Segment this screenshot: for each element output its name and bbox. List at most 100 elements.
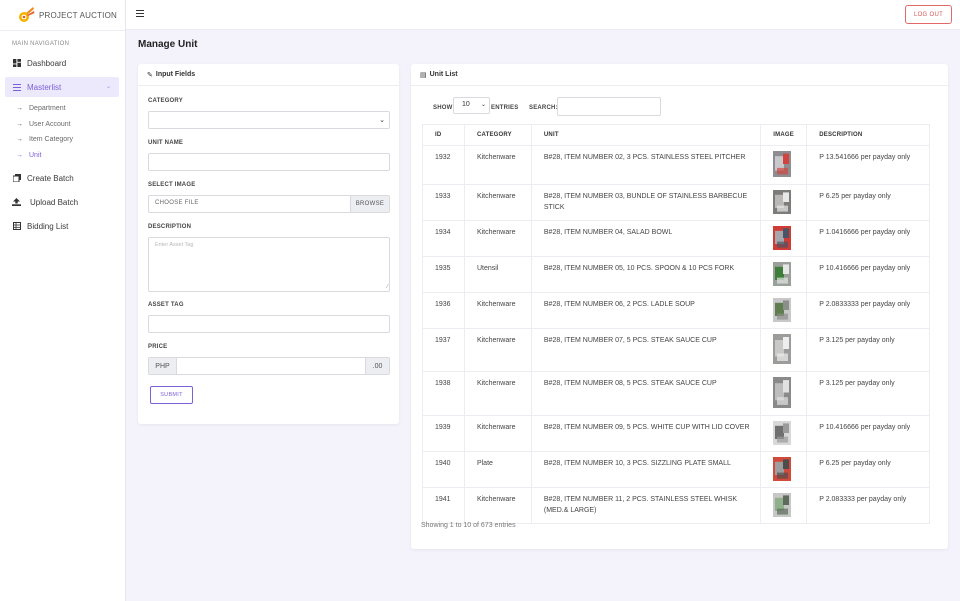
sidebar-item-label: Masterlist	[27, 82, 62, 92]
cell-image	[760, 328, 808, 372]
item-thumbnail[interactable]	[773, 298, 792, 322]
col-header-image[interactable]: IMAGE	[760, 124, 808, 146]
card-title: Input Fields	[155, 71, 196, 78]
item-thumbnail[interactable]	[773, 377, 792, 408]
table-row[interactable]: 1937 Kitchenware B#28, ITEM NUMBER 07, 5 P…	[422, 328, 930, 372]
sidebar-item-dashboard[interactable]: Dashboard	[0, 53, 125, 73]
cell-image	[760, 415, 808, 452]
chevron-down-icon: ⌄	[480, 102, 486, 108]
cell-unit: B#28, ITEM NUMBER 07, 5 PCS. STEAK SAUCE…	[530, 328, 762, 372]
item-thumbnail[interactable]	[773, 421, 792, 445]
sidebar-item-label: Upload Batch	[30, 197, 79, 207]
sidebar-item-label: Bidding List	[27, 221, 69, 231]
unit-name-input[interactable]	[148, 153, 390, 171]
price-input[interactable]: PHP .00	[148, 357, 390, 375]
cell-unit: B#28, ITEM NUMBER 10, 3 PCS. SIZZLING PL…	[530, 451, 762, 488]
pencil-icon: ✎	[147, 71, 153, 79]
category-select[interactable]: ⌄	[148, 111, 390, 129]
cell-category: Kitchenware	[463, 328, 532, 372]
sidebar-subitem-department[interactable]: → Department	[0, 101, 125, 117]
cell-description: P 2.083333 per payday only	[806, 487, 930, 524]
table-row[interactable]: 1935 Utensil B#28, ITEM NUMBER 05, 10 PCS.…	[422, 256, 930, 293]
submit-button[interactable]: SUBMIT	[150, 386, 193, 404]
cell-image	[760, 451, 808, 488]
menu-toggle-icon[interactable]	[136, 10, 144, 18]
item-thumbnail[interactable]	[773, 226, 792, 250]
cell-category: Kitchenware	[463, 184, 532, 221]
table-row[interactable]: 1934 Kitchenware B#28, ITEM NUMBER 04, SAL…	[422, 220, 930, 257]
cell-category: Kitchenware	[463, 371, 532, 416]
sidebar-subitem-item-category[interactable]: → Item Category	[0, 132, 125, 148]
sidebar-subitem-user-account[interactable]: → User Account	[0, 117, 125, 133]
sidebar-item-label: Create Batch	[27, 173, 74, 183]
cell-description: P 3.125 per payday only	[806, 371, 930, 416]
chevron-down-icon: ⌄	[105, 84, 111, 90]
list-icon	[12, 83, 21, 92]
card-header: ▤ Unit List	[411, 64, 948, 86]
sidebar-item-masterlist[interactable]: Masterlist ⌄	[5, 77, 119, 97]
sidebar-item-upload-batch[interactable]: Upload Batch	[0, 192, 125, 212]
description-textarea[interactable]: Enter Asset Tag ∕	[148, 237, 390, 292]
table-row[interactable]: 1933 Kitchenware B#28, ITEM NUMBER 03, BUN…	[422, 184, 930, 221]
card-title: Unit List	[429, 71, 458, 78]
item-thumbnail[interactable]	[773, 151, 792, 177]
cell-unit: B#28, ITEM NUMBER 06, 2 PCS. LADLE SOUP	[530, 292, 762, 329]
item-thumbnail[interactable]	[773, 190, 792, 214]
col-header-id[interactable]: ID	[422, 124, 465, 146]
sidebar-subitem-label: Item Category	[29, 136, 73, 144]
entries-select[interactable]: 10 ⌄	[453, 97, 490, 114]
table-row[interactable]: 1939 Kitchenware B#28, ITEM NUMBER 09, 5 P…	[422, 415, 930, 452]
price-prefix: PHP	[149, 358, 177, 374]
browse-button[interactable]: BROWSE	[350, 196, 389, 212]
cell-description: P 10.416666 per payday only	[806, 415, 930, 452]
sidebar-item-create-batch[interactable]: Create Batch	[0, 168, 125, 188]
unit-table: ID CATEGORY UNIT IMAGE DESCRIPTION 1932 K…	[422, 124, 930, 524]
sidebar-subitem-unit[interactable]: → Unit	[0, 148, 125, 164]
copy-icon	[12, 174, 21, 183]
logout-button[interactable]: LOG OUT	[905, 5, 952, 24]
asset-tag-input[interactable]	[148, 315, 390, 333]
item-thumbnail[interactable]	[773, 493, 792, 517]
resize-handle-icon[interactable]: ∕	[387, 284, 388, 290]
table-icon	[12, 222, 21, 231]
brand[interactable]: PROJECT AUCTION	[0, 0, 125, 31]
col-header-unit[interactable]: UNIT	[530, 124, 762, 146]
sidebar-subitem-label: User Account	[29, 120, 71, 128]
topbar: LOG OUT	[126, 0, 960, 30]
category-label: CATEGORY	[148, 98, 183, 104]
cell-unit: B#28, ITEM NUMBER 05, 10 PCS. SPOON & 10…	[530, 256, 762, 293]
table-row[interactable]: 1941 Kitchenware B#28, ITEM NUMBER 11, 2 P…	[422, 487, 930, 524]
cell-category: Kitchenware	[463, 145, 532, 185]
col-header-category[interactable]: CATEGORY	[463, 124, 532, 146]
cell-image	[760, 371, 808, 416]
sidebar-item-bidding-list[interactable]: Bidding List	[0, 216, 125, 236]
chevron-down-icon: ⌄	[379, 117, 385, 124]
item-thumbnail[interactable]	[773, 334, 792, 364]
cell-image	[760, 292, 808, 329]
sidebar: PROJECT AUCTION MAIN NAVIGATION Dashboar…	[0, 0, 126, 601]
unit-name-label: UNIT NAME	[148, 140, 184, 146]
table-row[interactable]: 1932 Kitchenware B#28, ITEM NUMBER 02, 3 P…	[422, 145, 930, 185]
cell-description: P 3.125 per payday only	[806, 328, 930, 372]
table-row[interactable]: 1938 Kitchenware B#28, ITEM NUMBER 08, 5 P…	[422, 371, 930, 416]
table-row[interactable]: 1940 Plate B#28, ITEM NUMBER 10, 3 PCS. SI…	[422, 451, 930, 488]
cell-category: Kitchenware	[463, 220, 532, 257]
image-file-input[interactable]: CHOOSE FILE BROWSE	[148, 195, 390, 213]
arrow-right-icon: →	[16, 120, 23, 128]
description-placeholder: Enter Asset Tag	[155, 242, 194, 248]
cell-image	[760, 184, 808, 221]
card-header: ✎ Input Fields	[138, 64, 399, 86]
auction-logo-icon	[17, 6, 35, 24]
cell-image	[760, 145, 808, 185]
cell-id: 1940	[422, 451, 465, 488]
search-input[interactable]	[557, 97, 661, 116]
item-thumbnail[interactable]	[773, 262, 792, 286]
item-thumbnail[interactable]	[773, 457, 792, 481]
cell-image	[760, 220, 808, 257]
table-row[interactable]: 1936 Kitchenware B#28, ITEM NUMBER 06, 2 P…	[422, 292, 930, 329]
entries-value: 10	[462, 101, 470, 108]
cell-category: Kitchenware	[463, 415, 532, 452]
cell-description: P 1.0416666 per payday only	[806, 220, 930, 257]
cell-id: 1932	[422, 145, 465, 185]
col-header-description[interactable]: DESCRIPTION	[806, 124, 930, 146]
